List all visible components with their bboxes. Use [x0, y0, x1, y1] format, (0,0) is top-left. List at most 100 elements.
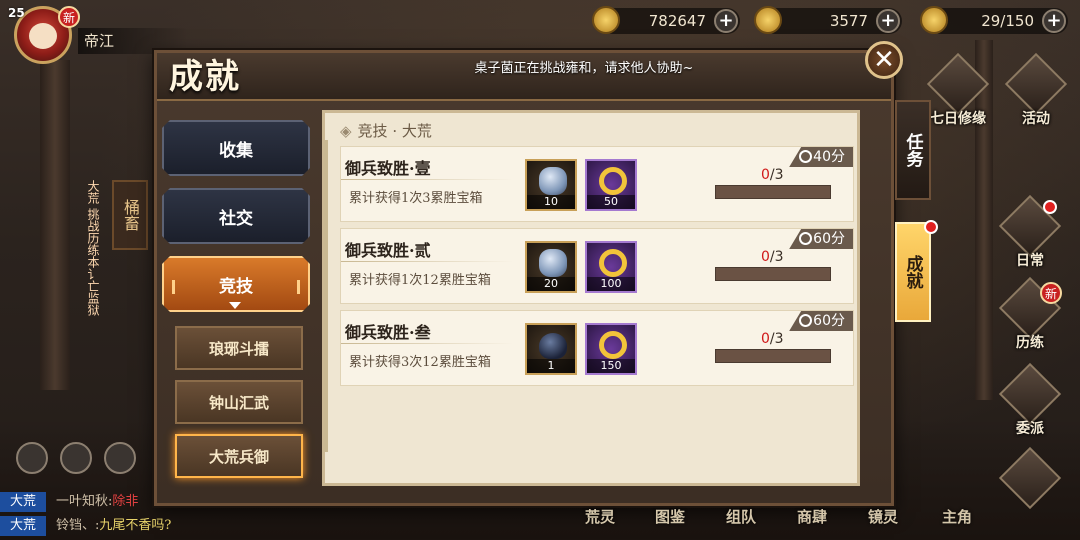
chat-user: 一叶知秋:	[56, 494, 113, 509]
divider	[341, 179, 513, 180]
tab-task[interactable]: 任务	[895, 100, 931, 200]
achievement-desc: 累计获得1次12累胜宝箱	[349, 273, 491, 288]
hub-huodong[interactable]: 活动	[1004, 52, 1068, 127]
close-button[interactable]: ✕	[865, 41, 903, 79]
panel-title: 成就	[169, 57, 241, 97]
reward-item[interactable]: 150	[585, 323, 637, 375]
achievement-title: 御兵致胜·叁	[345, 323, 431, 342]
medal-icon	[599, 249, 627, 277]
training-new-badge: 新	[1040, 282, 1062, 304]
reward-count: 100	[587, 277, 635, 291]
hub-weipai[interactable]: 委派	[998, 362, 1062, 437]
hub-richang-label: 日常	[1016, 253, 1044, 269]
bottom-nav-shangsi[interactable]: 商肆	[797, 506, 827, 527]
left-vertical-banner: 大荒 挑战历练本讠亡监狱	[86, 180, 100, 316]
reward-count: 10	[527, 195, 575, 209]
reward-item[interactable]: 100	[585, 241, 637, 293]
reward-count: 1	[527, 359, 575, 373]
notes-icon[interactable]	[104, 442, 136, 474]
chat-message: 除非	[112, 494, 139, 509]
nav-arena-label: 竞技	[219, 276, 253, 297]
points-icon	[799, 314, 813, 327]
achievement-title: 御兵致胜·壹	[345, 159, 431, 178]
reward-item[interactable]: 1	[525, 323, 577, 375]
reward-count: 20	[527, 277, 575, 291]
system-notice: 桌子菌正在挑战雍和，请求他人协助~	[474, 61, 694, 76]
gem-icon	[539, 249, 567, 277]
achievement-points: 40分	[789, 147, 853, 167]
achievement-points: 60分	[789, 311, 853, 331]
bottom-nav-zhujiao[interactable]: 主角	[942, 506, 972, 527]
hub-qiri[interactable]: 七日修缘	[926, 52, 990, 127]
subnav-langya[interactable]: 琅琊斗擂	[175, 326, 303, 370]
achievement-points: 60分	[789, 229, 853, 249]
add-stamina-button[interactable]: +	[1042, 9, 1066, 33]
background-pillar	[40, 60, 70, 390]
achievement-card: 御兵致胜·叁 累计获得3次12累胜宝箱 60分 1 150 0/3	[340, 310, 854, 386]
add-gold-button[interactable]: +	[714, 9, 738, 33]
nav-collect[interactable]: 收集	[162, 120, 310, 176]
add-jade-button[interactable]: +	[876, 9, 900, 33]
diamond-icon: ◈	[340, 122, 352, 140]
nav-arena-mark-left	[172, 280, 175, 294]
chat-channel-tag: 大荒	[0, 516, 46, 536]
divider	[341, 261, 513, 262]
points-icon	[799, 150, 813, 163]
jade-icon	[754, 6, 782, 34]
points-value: 60分	[813, 313, 845, 329]
achievement-desc: 累计获得1次3累胜宝箱	[349, 191, 483, 206]
progress-bar	[715, 267, 831, 281]
nav-social[interactable]: 社交	[162, 188, 310, 244]
stamina: 29/150 +	[920, 6, 1068, 34]
currency-jade-value: 3577	[829, 12, 868, 30]
progress-text: 0/3	[761, 249, 784, 265]
chat-row[interactable]: 大荒 一叶知秋:除非	[0, 492, 138, 512]
progress-total: /3	[769, 249, 784, 265]
progress-current: 0	[761, 167, 770, 183]
compass-icon	[998, 446, 1062, 510]
reward-count: 150	[587, 359, 635, 373]
progress-text: 0/3	[761, 331, 784, 347]
medal-icon	[599, 167, 627, 195]
reward-item[interactable]: 10	[525, 159, 577, 211]
progress-current: 0	[761, 331, 770, 347]
nav-arena-caret	[229, 302, 241, 309]
scrollbar[interactable]	[324, 140, 328, 452]
chat-message: 九尾不香吗?	[99, 518, 172, 533]
progress-total: /3	[769, 331, 784, 347]
stamina-value: 29/150	[981, 12, 1034, 30]
avatar-face	[29, 23, 57, 49]
stamina-icon	[920, 6, 948, 34]
progress-current: 0	[761, 249, 770, 265]
points-value: 60分	[813, 231, 845, 247]
tab-achievement[interactable]: 成就	[895, 222, 931, 322]
background-sign: 桶畜	[112, 180, 148, 250]
dispatch-icon	[998, 362, 1062, 426]
achievement-red-dot	[924, 220, 938, 234]
bottom-nav-jingling[interactable]: 镜灵	[868, 506, 898, 527]
progress-bar	[715, 185, 831, 199]
bottom-nav-tujian[interactable]: 图鉴	[655, 506, 685, 527]
daily-red-dot	[1043, 200, 1057, 214]
achievement-title: 御兵致胜·贰	[345, 241, 431, 260]
reward-item[interactable]: 20	[525, 241, 577, 293]
nav-arena-mark-right	[297, 280, 300, 294]
chat-row[interactable]: 大荒 铃铛、:九尾不香吗?	[0, 516, 171, 536]
mail-icon[interactable]	[60, 442, 92, 474]
progress-total: /3	[769, 167, 784, 183]
section-title-text: 竞技 · 大荒	[357, 122, 432, 140]
chat-user: 铃铛、:	[56, 518, 100, 533]
bottom-nav-huangling[interactable]: 荒灵	[585, 506, 615, 527]
dark-gem-icon	[539, 333, 567, 359]
qiri-icon	[926, 52, 990, 116]
hub-bottom-right[interactable]	[998, 446, 1062, 516]
friends-icon[interactable]	[16, 442, 48, 474]
bottom-nav-zudui[interactable]: 组队	[726, 506, 756, 527]
currency-gold-value: 782647	[648, 12, 706, 30]
reward-item[interactable]: 50	[585, 159, 637, 211]
currency-jade: 3577 +	[754, 6, 902, 34]
medal-icon	[599, 331, 627, 359]
points-value: 40分	[813, 149, 845, 165]
subnav-dahuang[interactable]: 大荒兵御	[175, 434, 303, 478]
subnav-zhongshan[interactable]: 钟山汇武	[175, 380, 303, 424]
